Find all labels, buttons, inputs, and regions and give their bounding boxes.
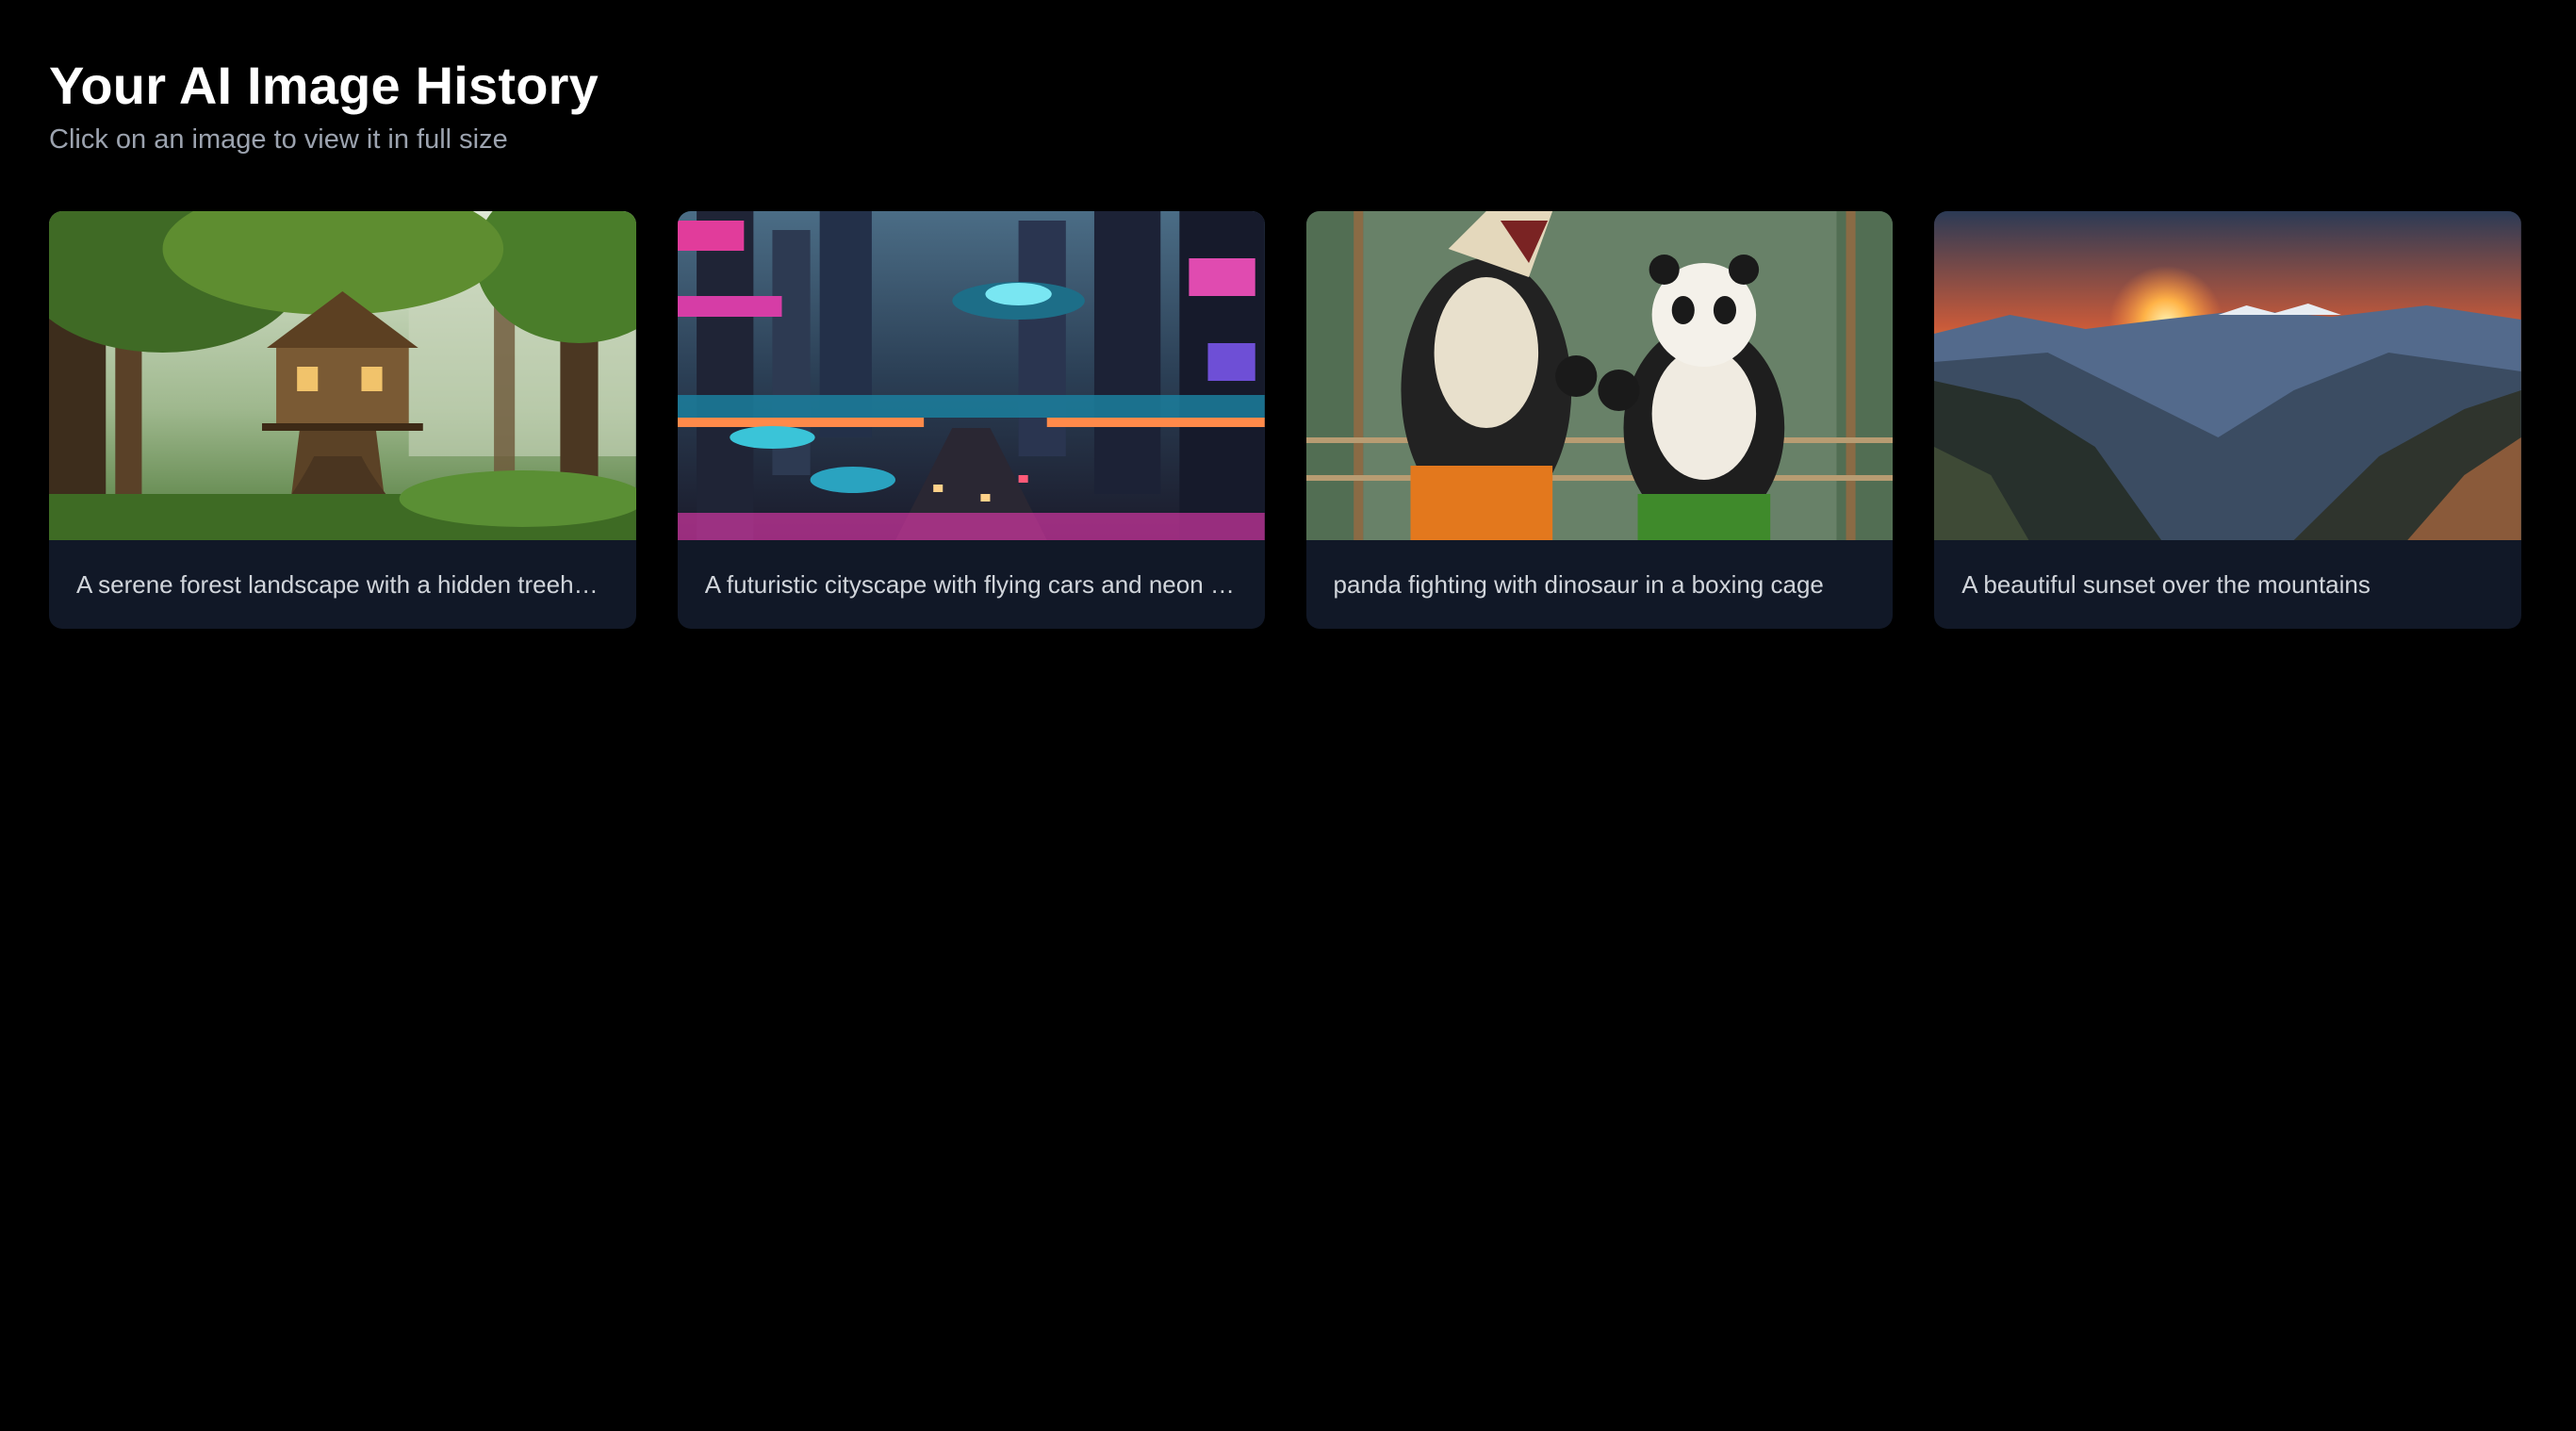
caption-text: panda fighting with dinosaur in a boxing…	[1333, 570, 1824, 599]
mountain-sunset-image[interactable]	[1934, 211, 2521, 540]
caption-text: A beautiful sunset over the mountains	[1961, 570, 2371, 599]
image-card[interactable]: A serene forest landscape with a hidden …	[49, 211, 636, 629]
panda-dinosaur-boxing-image[interactable]	[1305, 211, 1894, 540]
caption-text: A futuristic cityscape with flying cars …	[704, 570, 1238, 599]
page-title: Your AI Image History	[49, 56, 599, 115]
image-caption: A beautiful sunset over the mountains	[1934, 540, 2521, 629]
futuristic-city-image[interactable]	[677, 211, 1265, 540]
page-subtitle: Click on an image to view it in full siz…	[49, 124, 508, 155]
image-caption: A futuristic cityscape with flying cars …	[678, 540, 1265, 629]
image-caption: A serene forest landscape with a hidden …	[49, 540, 636, 629]
image-card[interactable]: A beautiful sunset over the mountains	[1934, 211, 2521, 629]
image-history-page: Your AI Image History Click on an image …	[0, 0, 2576, 1431]
image-card[interactable]: A futuristic cityscape with flying cars …	[677, 211, 1265, 629]
image-gallery: A serene forest landscape with a hidden …	[49, 211, 2521, 629]
image-caption: panda fighting with dinosaur in a boxing…	[1306, 540, 1894, 629]
image-card[interactable]: panda fighting with dinosaur in a boxing…	[1305, 211, 1894, 629]
caption-text: A serene forest landscape with a hidden …	[76, 570, 609, 599]
forest-treehouse-image[interactable]	[49, 211, 636, 540]
